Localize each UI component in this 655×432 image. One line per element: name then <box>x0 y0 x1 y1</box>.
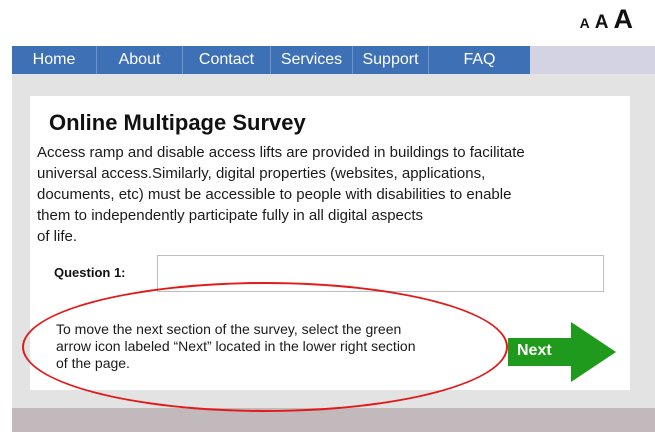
font-size-medium-button[interactable]: A <box>595 13 609 32</box>
survey-title: Online Multipage Survey <box>49 110 306 135</box>
nav-item-services[interactable]: Services <box>271 46 353 74</box>
nav-item-about[interactable]: About <box>97 46 183 74</box>
nav-item-contact[interactable]: Contact <box>183 46 271 74</box>
instructions-line: of the page. <box>56 355 130 371</box>
next-button[interactable]: Next <box>508 322 616 382</box>
next-instructions: To move the next section of the survey, … <box>56 321 506 372</box>
survey-intro: Access ramp and disable access lifts are… <box>37 142 627 247</box>
instructions-line: arrow icon labeled “Next” located in the… <box>56 338 416 354</box>
nav-bar: Home About Contact Services Support FAQ <box>12 46 655 74</box>
font-size-small-button[interactable]: A <box>580 16 590 30</box>
font-size-large-button[interactable]: A <box>614 6 634 33</box>
font-size-controls: A A A <box>580 6 633 38</box>
survey-intro-line: of life. <box>37 228 78 245</box>
survey-intro-line: universal access.Similarly, digital prop… <box>37 165 486 182</box>
survey-intro-line: documents, etc) must be accessible to pe… <box>37 186 512 203</box>
next-button-label: Next <box>517 342 552 359</box>
survey-intro-line: Access ramp and disable access lifts are… <box>37 144 525 161</box>
question-1-label: Question 1: <box>54 265 126 280</box>
footer-bar <box>12 408 655 432</box>
nav-item-home[interactable]: Home <box>12 46 97 74</box>
nav-menu: Home About Contact Services Support FAQ <box>12 46 530 74</box>
nav-item-support[interactable]: Support <box>353 46 429 74</box>
question-1-input[interactable] <box>157 255 604 292</box>
instructions-line: To move the next section of the survey, … <box>56 321 402 337</box>
nav-item-faq[interactable]: FAQ <box>429 46 530 74</box>
survey-intro-line: them to independently participate fully … <box>37 207 424 224</box>
